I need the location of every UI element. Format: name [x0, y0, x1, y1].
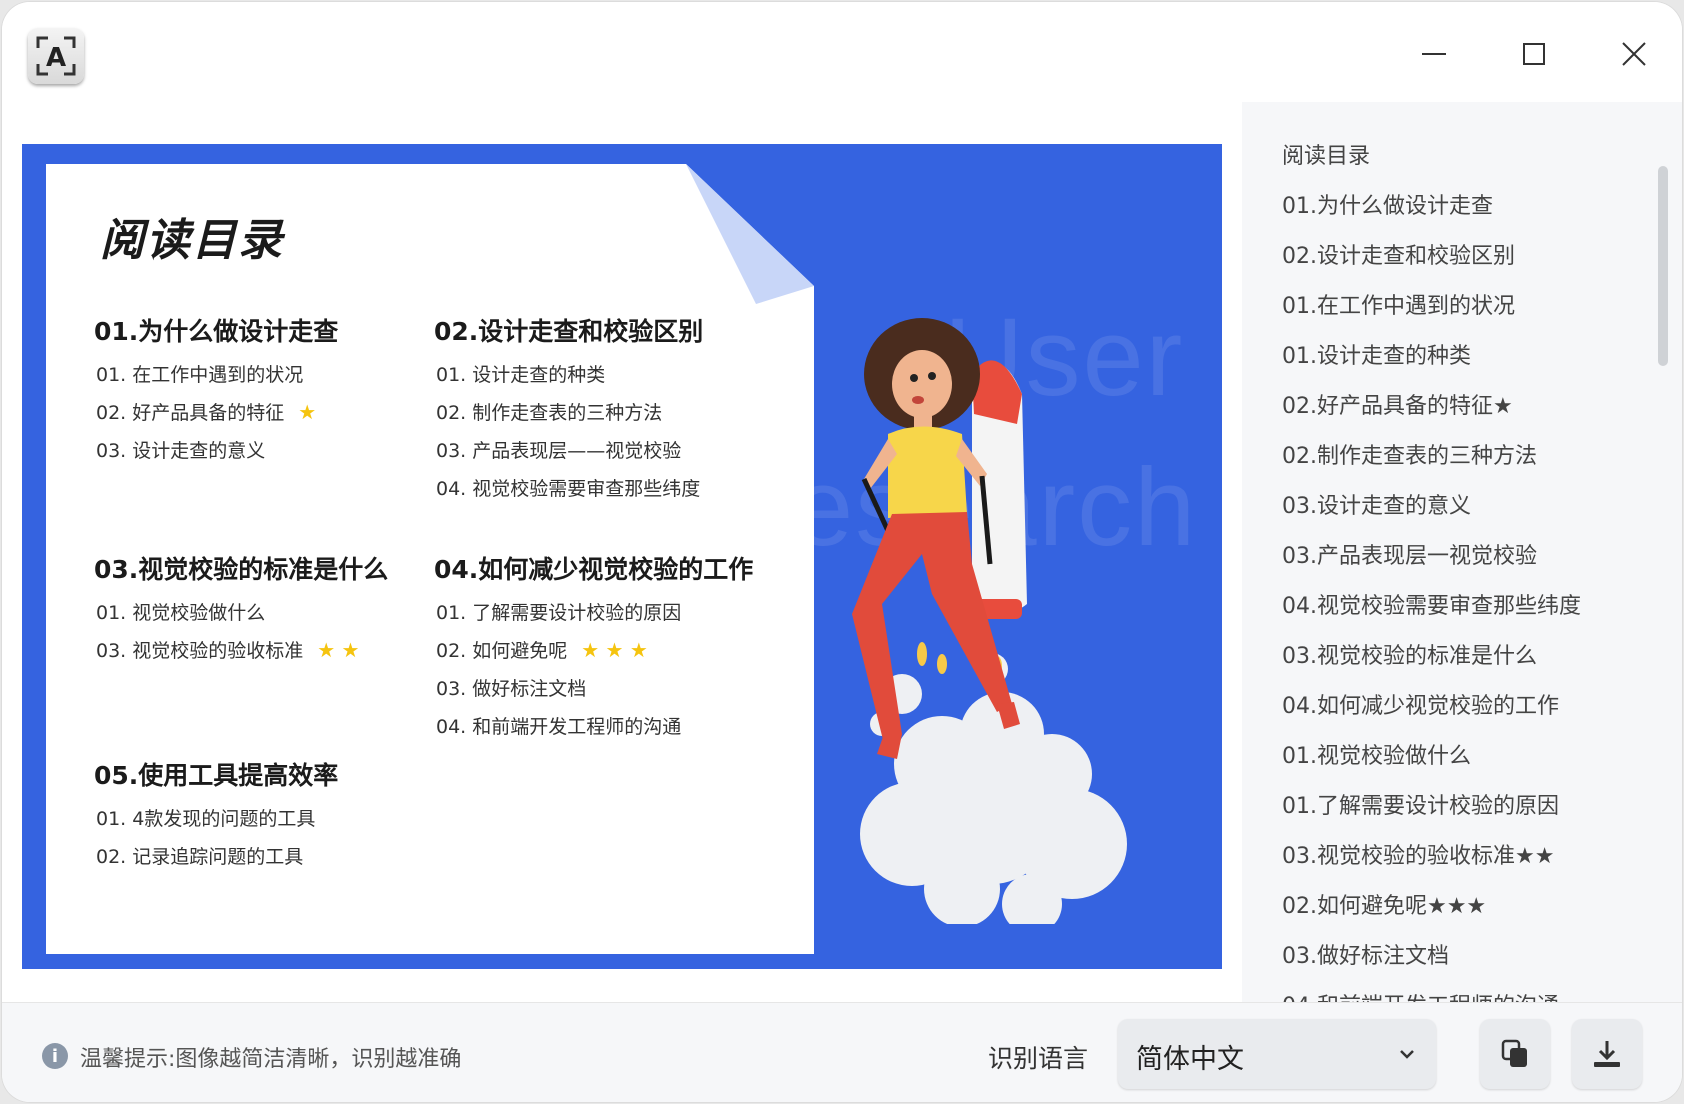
result-line[interactable]: 01.视觉校验做什么: [1282, 742, 1581, 792]
preview-image: User R esearch 阅读目录 01.为什么做设计走查 01. 在工作中…: [22, 144, 1222, 969]
result-line[interactable]: 03.设计走查的意义: [1282, 492, 1581, 542]
section-title: 03.视觉校验的标准是什么: [94, 555, 389, 584]
result-line[interactable]: 01.了解需要设计校验的原因: [1282, 792, 1581, 842]
tip-text: 温馨提示:图像越简洁清晰，识别越准确: [80, 1047, 462, 1072]
star-icon: ★ ★ ★: [581, 638, 648, 662]
download-icon: [1594, 1041, 1620, 1067]
chevron-down-icon: [1400, 1050, 1414, 1059]
section-item: 02. 记录追踪问题的工具: [96, 846, 304, 868]
star-icon: ★ ★: [317, 638, 360, 662]
result-line[interactable]: 03.视觉校验的标准是什么: [1282, 642, 1581, 692]
app-window: A User R esearch 阅读目录 01.为什么做设计走查 01. 在工…: [2, 2, 1682, 1102]
section-title: 04.如何减少视觉校验的工作: [434, 555, 754, 584]
info-icon: i: [42, 1043, 68, 1069]
image-preview-area: User R esearch 阅读目录 01.为什么做设计走查 01. 在工作中…: [2, 102, 1242, 1002]
result-line[interactable]: 01.为什么做设计走查: [1282, 192, 1581, 242]
section-item: 02. 制作走查表的三种方法: [436, 402, 663, 424]
svg-text:A: A: [46, 43, 66, 73]
section-item: 04. 视觉校验需要审查那些纬度: [436, 478, 701, 500]
section-item: 01. 了解需要设计校验的原因: [436, 602, 682, 624]
section-item: 01. 设计走查的种类: [436, 364, 606, 386]
language-label: 识别语言: [988, 1044, 1089, 1073]
result-line[interactable]: 04.如何减少视觉校验的工作: [1282, 692, 1581, 742]
result-line[interactable]: 04.视觉校验需要审查那些纬度: [1282, 592, 1581, 642]
section-item: 03. 设计走查的意义: [96, 440, 266, 462]
close-button[interactable]: [1604, 26, 1664, 82]
copy-button[interactable]: [1480, 1019, 1550, 1089]
minimize-icon: [1422, 53, 1446, 55]
title-bar: A: [2, 2, 1682, 102]
section-item: 02. 好产品具备的特征 ★: [96, 400, 317, 424]
results-scrollbar[interactable]: [1658, 166, 1668, 366]
download-button[interactable]: [1572, 1019, 1642, 1089]
section-title: 02.设计走查和校验区别: [434, 317, 704, 346]
copy-icon: [1501, 1039, 1527, 1067]
minimize-button[interactable]: [1404, 26, 1464, 82]
section-item: 01. 4款发现的问题的工具: [96, 808, 316, 830]
result-line[interactable]: 01.在工作中遇到的状况: [1282, 292, 1581, 342]
result-line[interactable]: 04.和前端开发工程师的沟通: [1282, 992, 1581, 1002]
result-line[interactable]: 02.如何避免呢★★★: [1282, 892, 1581, 942]
section-item: 03. 视觉校验的验收标准 ★ ★: [96, 638, 360, 662]
bottom-bar: i 温馨提示:图像越简洁清晰，识别越准确 识别语言 简体中文: [2, 1002, 1682, 1102]
language-select[interactable]: 简体中文: [1118, 1019, 1436, 1089]
result-line[interactable]: 02.好产品具备的特征★: [1282, 392, 1581, 442]
rocket-girl-illustration: [852, 318, 1127, 924]
section-title: 01.为什么做设计走查: [94, 317, 339, 346]
result-line[interactable]: 阅读目录: [1282, 142, 1581, 192]
section-item: 04. 和前端开发工程师的沟通: [436, 716, 682, 738]
result-line[interactable]: 02.设计走查和校验区别: [1282, 242, 1581, 292]
maximize-button[interactable]: [1504, 26, 1564, 82]
section-item: 01. 在工作中遇到的状况: [96, 364, 304, 386]
star-icon: ★: [298, 400, 317, 424]
result-line[interactable]: 03.产品表现层一视觉校验: [1282, 542, 1581, 592]
text-recognition-icon: A: [28, 28, 84, 84]
close-icon: [1622, 42, 1646, 66]
result-line[interactable]: 03.做好标注文档: [1282, 942, 1581, 992]
section-item: 03. 产品表现层——视觉校验: [436, 440, 682, 462]
recognition-results-panel: 阅读目录 01.为什么做设计走查 02.设计走查和校验区别 01.在工作中遇到的…: [1242, 102, 1682, 1002]
section-title: 05.使用工具提高效率: [94, 761, 339, 790]
poster-title: 阅读目录: [100, 215, 284, 266]
recognition-results-list[interactable]: 阅读目录 01.为什么做设计走查 02.设计走查和校验区别 01.在工作中遇到的…: [1282, 142, 1581, 1002]
section-item: 02. 如何避免呢 ★ ★ ★: [436, 638, 648, 662]
language-select-value: 简体中文: [1136, 1044, 1244, 1075]
result-line[interactable]: 01.设计走查的种类: [1282, 342, 1581, 392]
result-line[interactable]: 02.制作走查表的三种方法: [1282, 442, 1581, 492]
section-item: 03. 做好标注文档: [436, 678, 587, 700]
section-item: 01. 视觉校验做什么: [96, 602, 266, 624]
result-line[interactable]: 03.视觉校验的验收标准★★: [1282, 842, 1581, 892]
page-fold-icon: [686, 164, 814, 304]
maximize-icon: [1523, 43, 1545, 65]
